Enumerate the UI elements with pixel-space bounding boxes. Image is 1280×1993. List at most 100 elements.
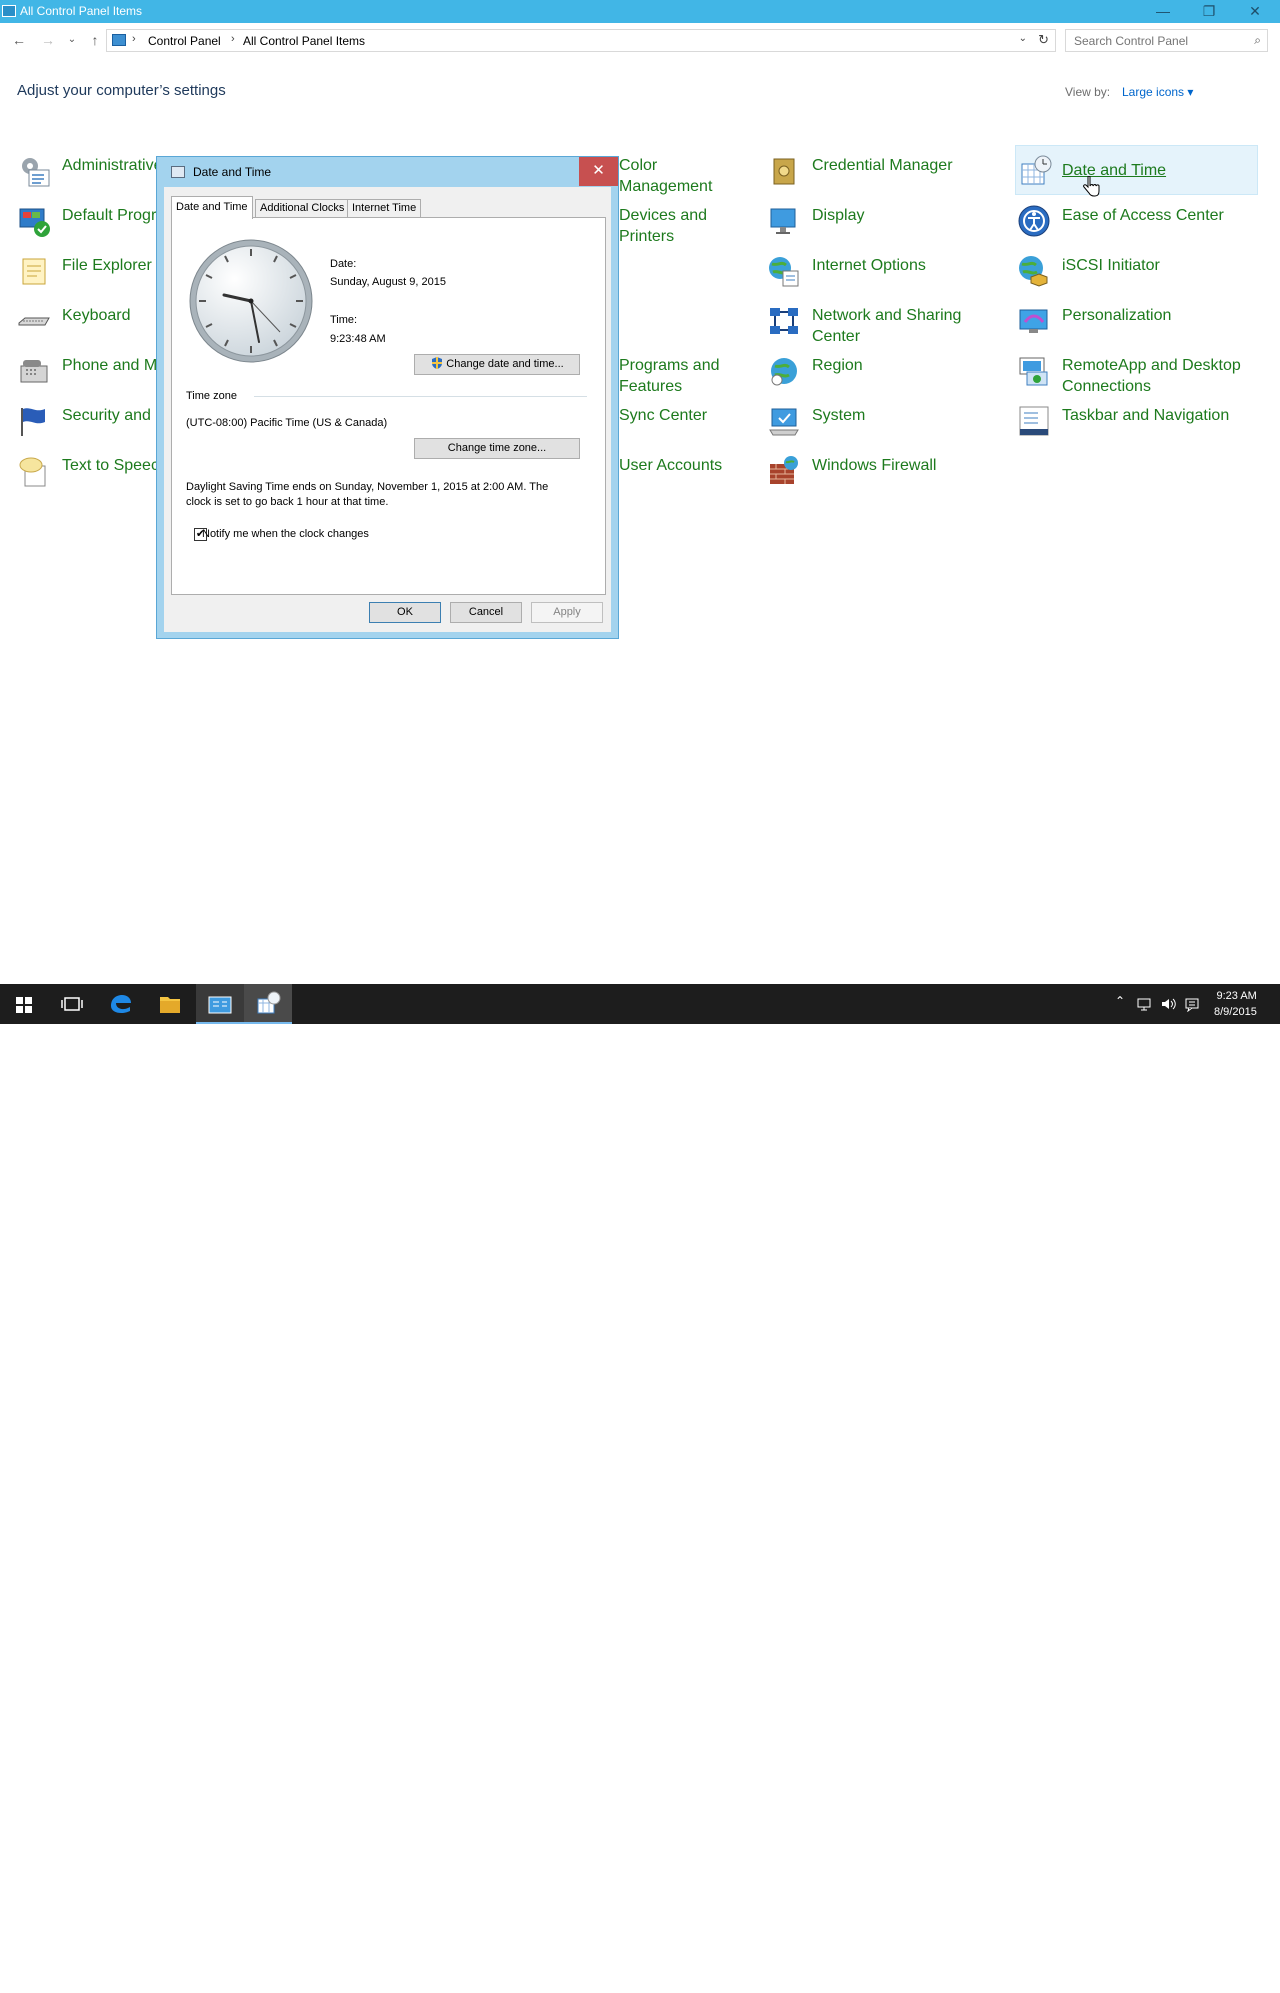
action-center-icon[interactable] bbox=[1184, 996, 1200, 1012]
item-date-and-time[interactable]: Date and Time bbox=[1015, 145, 1258, 195]
date-time-dialog: Date and Time ✕ Date and Time Additional… bbox=[156, 156, 619, 639]
address-bar[interactable]: › Control Panel › All Control Panel Item… bbox=[106, 29, 1056, 52]
item-label: Personalization bbox=[1062, 307, 1172, 324]
cancel-button[interactable]: Cancel bbox=[450, 602, 522, 623]
item-taskbar-and-navigation[interactable]: Taskbar and Navigation bbox=[1017, 400, 1257, 446]
speech-icon bbox=[19, 457, 46, 487]
search-icon[interactable]: ⌕ bbox=[1254, 33, 1261, 48]
dst-text-line-2: clock is set to go back 1 hour at that t… bbox=[186, 496, 389, 508]
tab-date-and-time[interactable]: Date and Time bbox=[171, 196, 253, 219]
timezone-label: Time zone bbox=[186, 390, 237, 402]
change-date-time-button[interactable]: Change date and time... bbox=[414, 354, 580, 375]
minimize-button[interactable]: — bbox=[1140, 0, 1186, 23]
calendar-clock-icon bbox=[257, 991, 281, 1014]
view-by-label: View by: bbox=[1065, 85, 1111, 99]
breadcrumb-separator[interactable]: › bbox=[231, 33, 235, 45]
control-panel-icon bbox=[2, 5, 16, 17]
default-programs-icon bbox=[19, 208, 50, 237]
item-credential-manager[interactable]: Credential Manager bbox=[767, 150, 1007, 196]
view-by-dropdown[interactable]: Large icons ▾ bbox=[1122, 85, 1193, 99]
edge-button[interactable] bbox=[96, 984, 144, 1024]
vault-icon bbox=[773, 158, 795, 185]
item-windows-firewall[interactable]: Windows Firewall bbox=[767, 450, 1007, 496]
calendar-clock-icon bbox=[1021, 155, 1052, 185]
address-dropdown-icon[interactable]: ⌄ bbox=[1019, 33, 1027, 44]
item-ease-of-access-center[interactable]: Ease of Access Center bbox=[1017, 200, 1257, 246]
network-tray-icon[interactable] bbox=[1136, 996, 1152, 1012]
up-button[interactable]: ↑ bbox=[85, 30, 105, 50]
phone-icon bbox=[20, 360, 48, 383]
back-button[interactable]: ← bbox=[9, 30, 29, 50]
network-icon bbox=[770, 308, 798, 334]
control-panel-taskbar-button[interactable] bbox=[196, 984, 244, 1024]
recent-locations-button[interactable]: ⌄ bbox=[62, 30, 82, 50]
file-explorer-button[interactable] bbox=[146, 984, 194, 1024]
watermark-text: The Collection Book bbox=[1092, 1972, 1276, 1993]
notify-checkbox-label[interactable]: Notify me when the clock changes bbox=[202, 528, 369, 540]
date-time-icon bbox=[171, 166, 185, 178]
item-region[interactable]: Region bbox=[767, 350, 1007, 396]
dialog-titlebar: Date and Time bbox=[157, 157, 618, 187]
globe-icon bbox=[769, 257, 799, 287]
item-label: System bbox=[812, 407, 866, 424]
taskbar: ⌃ The Collection Book 9:23 AM 8/9/2015 bbox=[0, 984, 1280, 1993]
item-label: Programs and Features bbox=[619, 357, 720, 395]
breadcrumb-separator[interactable]: › bbox=[132, 33, 136, 45]
remote-desktop-icon bbox=[1019, 357, 1048, 386]
dialog-body: Date and Time Additional Clocks Internet… bbox=[164, 187, 611, 632]
item-system[interactable]: System bbox=[767, 400, 1007, 446]
forward-button[interactable]: → bbox=[38, 30, 58, 50]
volume-icon[interactable] bbox=[1160, 996, 1176, 1012]
item-label: Display bbox=[812, 207, 865, 224]
date-time-taskbar-button[interactable] bbox=[244, 984, 292, 1024]
hand-cursor-icon bbox=[1083, 176, 1100, 197]
item-label: Keyboard bbox=[62, 307, 131, 324]
task-view-button[interactable] bbox=[48, 984, 96, 1024]
item-remoteapp[interactable]: RemoteApp and Desktop Connections bbox=[1017, 350, 1257, 396]
item-display[interactable]: Display bbox=[767, 200, 1007, 246]
tab-internet-time[interactable]: Internet Time bbox=[347, 199, 422, 218]
item-label: iSCSI Initiator bbox=[1062, 257, 1160, 274]
refresh-icon[interactable]: ↻ bbox=[1038, 32, 1049, 48]
change-date-time-label: Change date and time... bbox=[446, 358, 564, 370]
taskbar-clock[interactable]: 9:23 AM 8/9/2015 bbox=[1214, 988, 1257, 1020]
administrative-tools-icon bbox=[22, 158, 50, 187]
accessibility-icon bbox=[1018, 205, 1050, 237]
page-heading: Adjust your computer’s settings bbox=[17, 82, 226, 99]
restore-button[interactable]: ❐ bbox=[1186, 0, 1232, 23]
item-label: Ease of Access Center bbox=[1062, 207, 1224, 224]
date-label: Date: bbox=[330, 258, 357, 270]
tab-panel-date-and-time: Date: Sunday, August 9, 2015 Time: 9:23:… bbox=[171, 217, 606, 595]
search-input[interactable] bbox=[1074, 33, 1244, 49]
ok-button[interactable]: OK bbox=[369, 602, 441, 623]
search-box[interactable]: ⌕ bbox=[1065, 29, 1268, 52]
item-iscsi-initiator[interactable]: iSCSI Initiator bbox=[1017, 250, 1257, 296]
date-value: Sunday, August 9, 2015 bbox=[330, 276, 446, 288]
task-view-icon bbox=[61, 997, 83, 1011]
item-network-and-sharing-center[interactable]: Network and Sharing Center bbox=[767, 300, 1007, 346]
show-hidden-icons[interactable]: ⌃ bbox=[1115, 994, 1125, 1008]
dialog-close-button[interactable]: ✕ bbox=[579, 157, 618, 186]
taskbar-date: 8/9/2015 bbox=[1214, 1006, 1257, 1018]
timezone-divider bbox=[254, 396, 587, 397]
breadcrumb-control-panel[interactable]: Control Panel bbox=[148, 34, 221, 48]
breadcrumb-all-items[interactable]: All Control Panel Items bbox=[243, 34, 365, 48]
tab-additional-clocks[interactable]: Additional Clocks bbox=[255, 199, 350, 218]
flag-icon bbox=[21, 408, 45, 436]
item-internet-options[interactable]: Internet Options bbox=[767, 250, 1007, 296]
close-button[interactable]: ✕ bbox=[1232, 0, 1278, 23]
change-timezone-button[interactable]: Change time zone... bbox=[414, 438, 580, 459]
window-title: All Control Panel Items bbox=[20, 4, 143, 18]
start-button[interactable] bbox=[0, 984, 48, 1024]
item-label: RemoteApp and Desktop Connections bbox=[1062, 357, 1241, 395]
dst-text-line-1: Daylight Saving Time ends on Sunday, Nov… bbox=[186, 481, 549, 493]
item-personalization[interactable]: Personalization bbox=[1017, 300, 1257, 346]
item-label: Color Management bbox=[619, 157, 713, 195]
computer-icon bbox=[769, 408, 799, 436]
uac-shield-icon bbox=[432, 357, 443, 369]
windows-logo-icon bbox=[16, 997, 32, 1013]
taskbar-icon bbox=[1019, 406, 1049, 436]
apply-button[interactable]: Apply bbox=[531, 602, 603, 623]
item-label: Windows Firewall bbox=[812, 457, 937, 474]
region-globe-icon bbox=[771, 358, 797, 386]
